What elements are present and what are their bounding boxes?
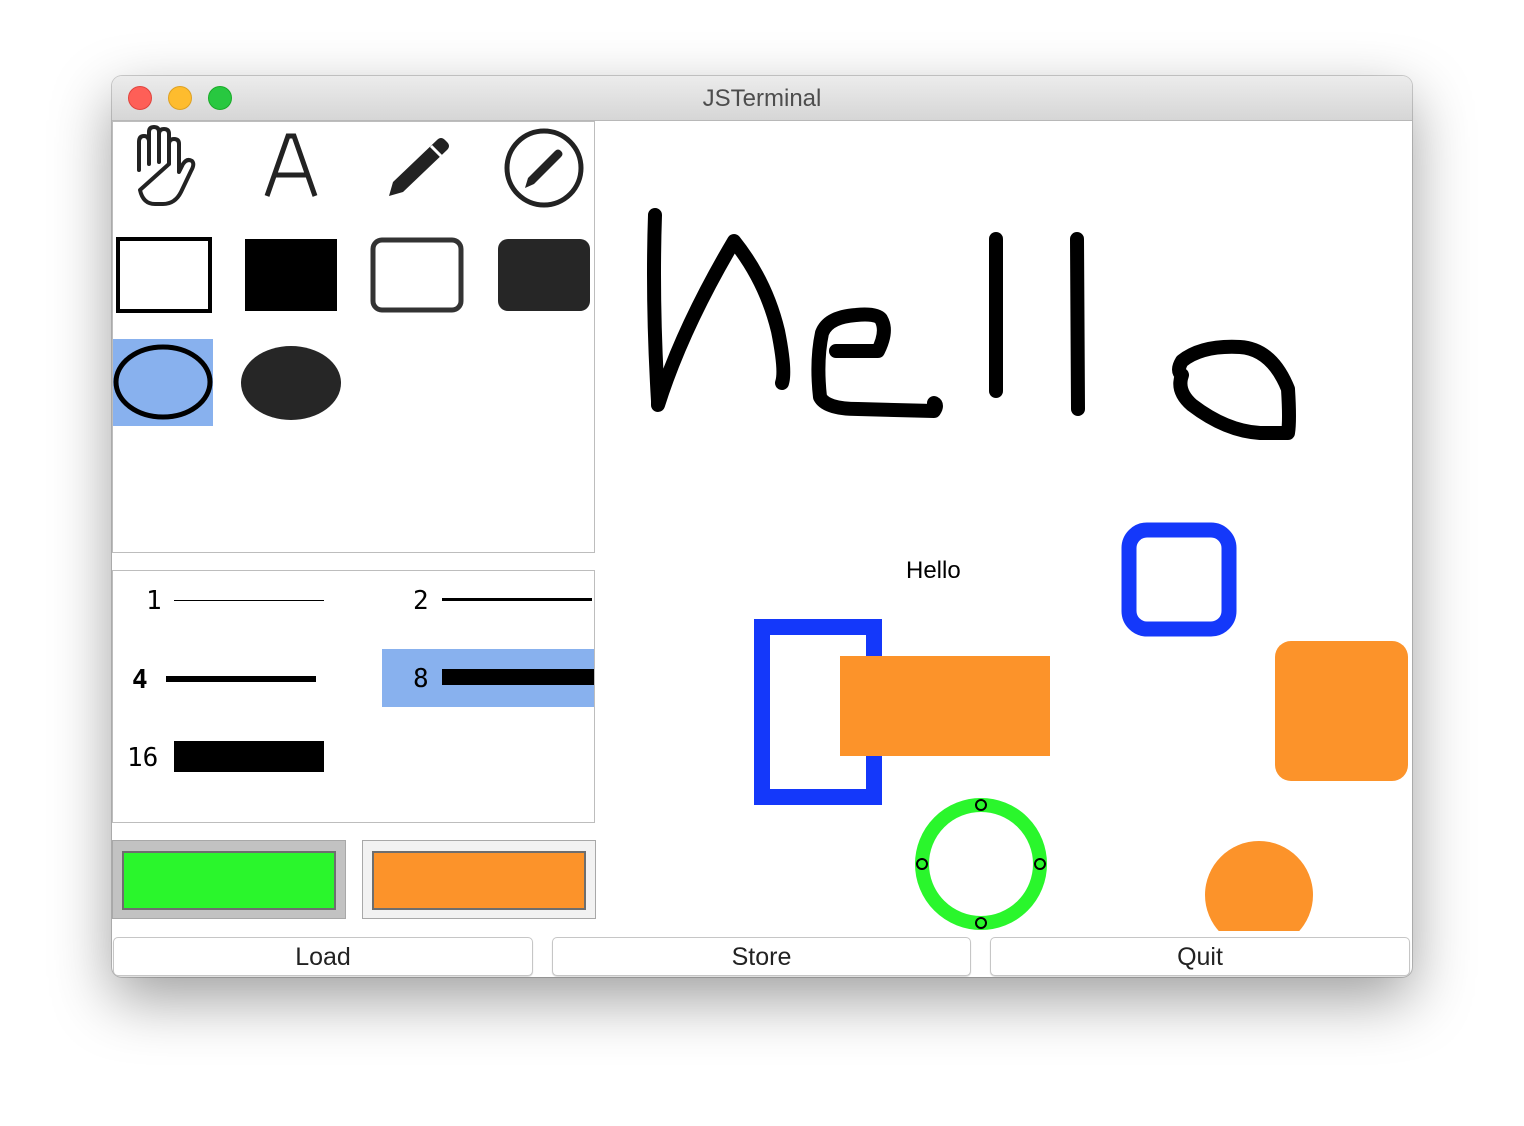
line-width-16-option[interactable]: 16 <box>113 727 343 787</box>
line-width-label: 8 <box>413 664 429 694</box>
green-circle-outline <box>915 798 1047 930</box>
line-width-4-option[interactable]: 4 <box>113 649 343 709</box>
stroke-color-well[interactable] <box>112 840 346 919</box>
circle-pencil-icon <box>504 128 584 208</box>
blue-rounded-square-outline <box>1121 522 1237 637</box>
ellipse-filled-icon <box>241 346 341 420</box>
store-button[interactable]: Store <box>552 937 971 976</box>
line-width-label: 16 <box>127 743 159 773</box>
hand-tool-button[interactable] <box>127 124 197 210</box>
pencil-icon <box>389 138 449 196</box>
handwritten-hello <box>647 208 1296 440</box>
fill-color-swatch <box>372 851 586 910</box>
roundrect-filled-tool-button[interactable] <box>498 239 590 311</box>
rounded-rectangle-filled-icon <box>498 239 590 311</box>
stroke-color-swatch <box>122 851 336 910</box>
rectangle-filled-icon <box>245 239 337 311</box>
app-window: JSTerminal 1 2 4 8 16 Hello Load Store Q… <box>112 76 1412 977</box>
line-width-1-option[interactable]: 1 <box>113 571 343 631</box>
rect-filled-tool-button[interactable] <box>245 239 337 311</box>
line-width-sample <box>442 669 594 685</box>
line-width-label: 1 <box>146 586 162 616</box>
fill-color-well[interactable] <box>362 840 596 919</box>
roundrect-outline-tool-button[interactable] <box>370 237 464 313</box>
tool-palette <box>112 121 595 553</box>
rectangle-outline-icon <box>116 237 212 313</box>
canvas-drawing <box>647 208 1408 931</box>
freehand-tool-button[interactable] <box>501 126 587 212</box>
line-width-palette: 1 2 4 8 16 <box>112 570 595 823</box>
window-title: JSTerminal <box>702 85 822 112</box>
text-a-icon <box>264 133 318 197</box>
hand-icon <box>137 125 196 206</box>
line-width-label: 4 <box>132 665 148 695</box>
load-button[interactable]: Load <box>113 937 533 976</box>
handwritten-letter-h <box>647 208 791 412</box>
handwritten-letter-e <box>811 307 943 418</box>
line-width-sample <box>174 741 324 772</box>
ellipse-outline-icon <box>113 344 213 420</box>
title-bar: JSTerminal <box>112 76 1412 121</box>
line-width-label: 2 <box>413 586 429 616</box>
text-tool-button[interactable] <box>261 130 319 202</box>
pencil-tool-button[interactable] <box>383 134 453 200</box>
ellipse-filled-tool-button[interactable] <box>240 344 342 422</box>
ellipse-outline-tool-button[interactable] <box>113 339 213 426</box>
line-width-sample <box>174 600 324 601</box>
orange-filled-circle <box>1205 841 1313 931</box>
handwritten-letter-o <box>1172 339 1296 440</box>
orange-filled-rounded-rectangle <box>1275 641 1408 781</box>
canvas-text-object: Hello <box>906 557 961 584</box>
line-width-8-option[interactable]: 8 <box>382 649 594 707</box>
quit-button[interactable]: Quit <box>990 937 1410 976</box>
drawing-canvas[interactable]: Hello <box>596 121 1412 931</box>
handwritten-letter-l <box>1070 232 1085 416</box>
rounded-rectangle-outline-icon <box>370 237 464 313</box>
line-width-sample <box>442 598 592 601</box>
orange-filled-rectangle <box>840 656 1050 756</box>
line-width-2-option[interactable]: 2 <box>381 571 594 631</box>
line-width-sample <box>166 676 316 682</box>
rect-outline-tool-button[interactable] <box>116 237 212 313</box>
